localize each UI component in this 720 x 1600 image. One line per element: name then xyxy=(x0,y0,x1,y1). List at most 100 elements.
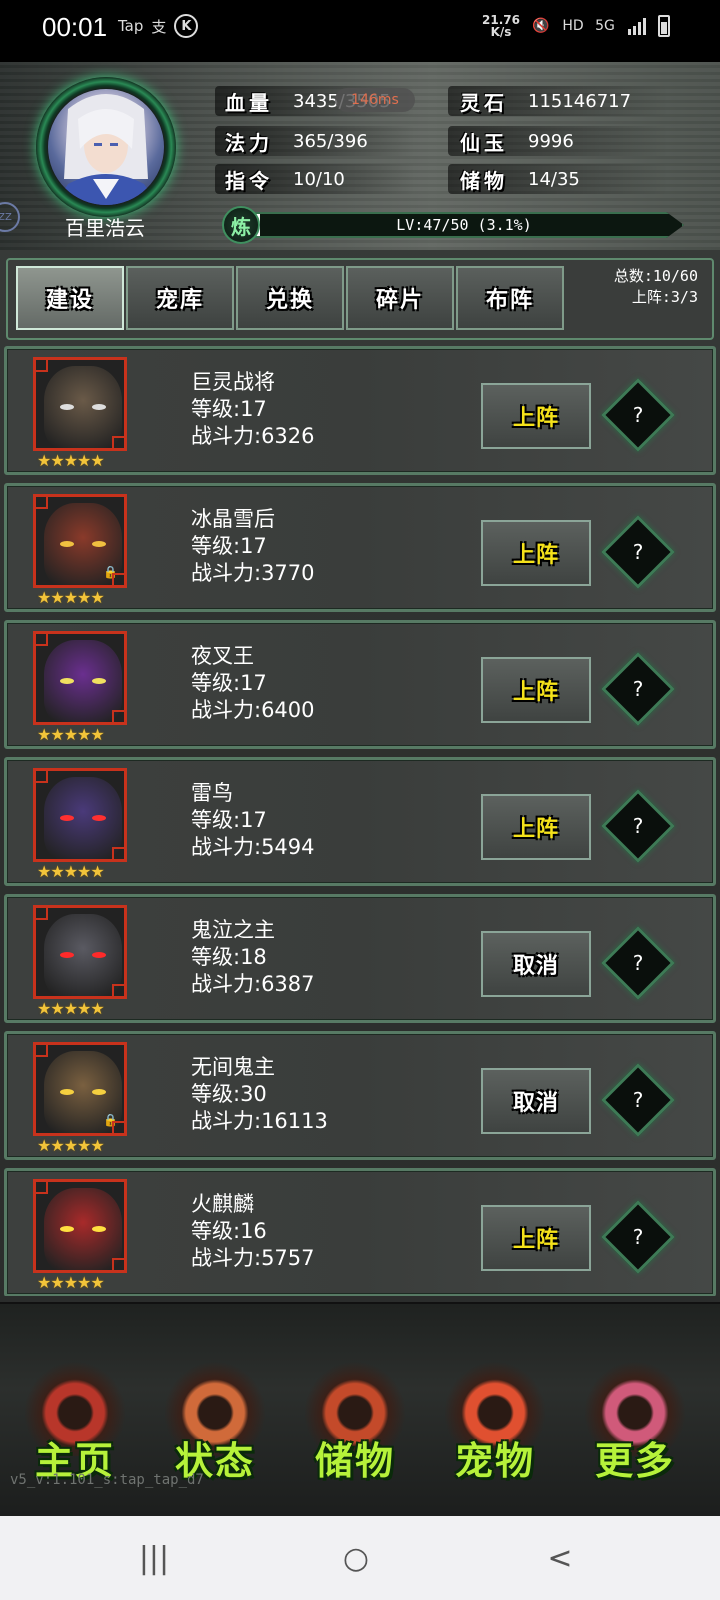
pet-level: 等级:16 xyxy=(191,1219,267,1243)
pet-name: 冰晶雪后 xyxy=(191,507,275,531)
side-badge-icon[interactable]: ZZ xyxy=(0,202,20,232)
pet-level: 等级:30 xyxy=(191,1082,267,1106)
deployed-count: 上阵:3/3 xyxy=(631,288,698,306)
mp-value: 365/396 xyxy=(293,130,368,152)
pet-portrait[interactable]: 🔒 xyxy=(33,494,127,588)
pet-name: 雷鸟 xyxy=(191,781,233,805)
pet-level: 等级:18 xyxy=(191,945,267,969)
tab-build[interactable]: 建设 xyxy=(16,266,124,330)
pet-row[interactable]: ★★★★★ 鬼泣之主 等级:18 战斗力:6387 取消 ? xyxy=(4,894,716,1023)
pet-row[interactable]: 🔒 ★★★★★ 无间鬼主 等级:30 战斗力:16113 取消 ? xyxy=(4,1031,716,1160)
help-button[interactable]: ? xyxy=(612,1074,664,1126)
pet-row[interactable]: ★★★★★ 火麒麟 等级:16 战斗力:5757 上阵 ? xyxy=(4,1168,716,1296)
pet-name: 夜叉王 xyxy=(191,644,254,668)
nav-item[interactable]: 储物 xyxy=(290,1360,420,1500)
pet-face-icon xyxy=(44,1188,122,1270)
android-nav-bar: ||| ○ < xyxy=(0,1516,720,1600)
pet-portrait[interactable] xyxy=(33,768,127,862)
pet-level: 等级:17 xyxy=(191,671,267,695)
pet-face-icon xyxy=(44,366,122,448)
game-screen: ZZ 百里浩云 血量 3435/3505 146ms 法力 365/396 xyxy=(0,62,720,1516)
hd-icon: HD xyxy=(562,18,584,34)
nav-item[interactable]: 更多 xyxy=(570,1360,700,1500)
recent-apps-button[interactable]: ||| xyxy=(124,1536,184,1580)
cmd-stat: 指令 10/10 xyxy=(225,164,345,194)
pet-face-icon xyxy=(44,640,122,722)
pet-portrait[interactable] xyxy=(33,631,127,725)
tab-exchange[interactable]: 兑换 xyxy=(236,266,344,330)
help-button[interactable]: ? xyxy=(612,526,664,578)
pet-stars: ★★★★★ xyxy=(37,999,105,1018)
pet-portrait[interactable] xyxy=(33,1179,127,1273)
deploy-button[interactable]: 上阵 xyxy=(481,794,591,860)
pet-eye-left xyxy=(60,541,74,547)
player-avatar[interactable] xyxy=(48,89,164,205)
pet-info: 无间鬼主 等级:30 战斗力:16113 xyxy=(191,1054,328,1135)
mp-label: 法力 xyxy=(225,130,273,155)
pet-name: 鬼泣之主 xyxy=(191,918,275,942)
k-app-icon: K xyxy=(174,14,199,38)
pet-eye-right xyxy=(92,1226,106,1232)
help-button[interactable]: ? xyxy=(612,389,664,441)
pet-eye-right xyxy=(92,1089,106,1095)
pet-eye-left xyxy=(60,1089,74,1095)
tab-fragments[interactable]: 碎片 xyxy=(346,266,454,330)
pet-info: 火麒麟 等级:16 战斗力:5757 xyxy=(191,1191,315,1272)
pet-eye-right xyxy=(92,404,106,410)
pet-row[interactable]: ★★★★★ 巨灵战将 等级:17 战斗力:6326 上阵 ? xyxy=(4,346,716,475)
home-button[interactable]: ○ xyxy=(326,1536,386,1580)
refine-icon[interactable]: 炼 xyxy=(222,206,260,244)
status-time: 00:01 xyxy=(42,12,108,42)
player-name: 百里浩云 xyxy=(65,216,145,240)
stone-stat: 灵石 115146717 xyxy=(460,86,631,116)
deploy-button[interactable]: 上阵 xyxy=(481,657,591,723)
pet-eye-left xyxy=(60,678,74,684)
jade-stat: 仙玉 9996 xyxy=(460,126,574,156)
pet-info: 巨灵战将 等级:17 战斗力:6326 xyxy=(191,369,315,450)
pet-power: 战斗力:6400 xyxy=(191,698,315,722)
pet-power: 战斗力:3770 xyxy=(191,561,315,585)
storage-label: 储物 xyxy=(460,168,508,193)
pet-row[interactable]: ★★★★★ 夜叉王 等级:17 战斗力:6400 上阵 ? xyxy=(4,620,716,749)
stone-value: 115146717 xyxy=(528,90,632,112)
pet-stars: ★★★★★ xyxy=(37,862,105,881)
help-button[interactable]: ? xyxy=(612,937,664,989)
help-button[interactable]: ? xyxy=(612,663,664,715)
help-button[interactable]: ? xyxy=(612,1211,664,1263)
pet-portrait[interactable] xyxy=(33,905,127,999)
pet-stars: ★★★★★ xyxy=(37,451,105,470)
cancel-deploy-button[interactable]: 取消 xyxy=(481,931,591,997)
deploy-button[interactable]: 上阵 xyxy=(481,1205,591,1271)
level-bar: 炼 LV:47/50 (3.1%) xyxy=(222,206,687,244)
deploy-button[interactable]: 上阵 xyxy=(481,383,591,449)
total-count: 总数:10/60 xyxy=(613,267,698,285)
pet-power: 战斗力:6326 xyxy=(191,424,315,448)
deploy-button[interactable]: 上阵 xyxy=(481,520,591,586)
pet-row[interactable]: 🔒 ★★★★★ 冰晶雪后 等级:17 战斗力:3770 上阵 ? xyxy=(4,483,716,612)
pet-eye-left xyxy=(60,815,74,821)
cancel-deploy-button[interactable]: 取消 xyxy=(481,1068,591,1134)
tab-formation[interactable]: 布阵 xyxy=(456,266,564,330)
pet-level: 等级:17 xyxy=(191,397,267,421)
mp-stat: 法力 365/396 xyxy=(225,126,368,156)
nav-item[interactable]: 宠物 xyxy=(430,1360,560,1500)
help-button[interactable]: ? xyxy=(612,800,664,852)
pet-portrait[interactable]: 🔒 xyxy=(33,1042,127,1136)
pet-face-icon xyxy=(44,777,122,859)
pet-portrait[interactable] xyxy=(33,357,127,451)
pet-eye-left xyxy=(60,952,74,958)
pet-eye-left xyxy=(60,404,74,410)
tab-pet-storage[interactable]: 宠库 xyxy=(126,266,234,330)
alipay-icon: 支 xyxy=(151,17,167,36)
pet-info: 冰晶雪后 等级:17 战斗力:3770 xyxy=(191,506,315,587)
network-speed-unit: K/s xyxy=(490,25,512,39)
back-button[interactable]: < xyxy=(530,1536,590,1580)
ping-badge: 146ms xyxy=(335,88,415,112)
pet-row[interactable]: ★★★★★ 雷鸟 等级:17 战斗力:5494 上阵 ? xyxy=(4,757,716,886)
cmd-label: 指令 xyxy=(225,168,273,193)
cmd-value: 10/10 xyxy=(293,168,345,190)
level-progress-track: LV:47/50 (3.1%) xyxy=(244,212,684,238)
pet-power: 战斗力:5757 xyxy=(191,1246,315,1270)
pet-power: 战斗力:16113 xyxy=(191,1109,328,1133)
pet-info: 夜叉王 等级:17 战斗力:6400 xyxy=(191,643,315,724)
